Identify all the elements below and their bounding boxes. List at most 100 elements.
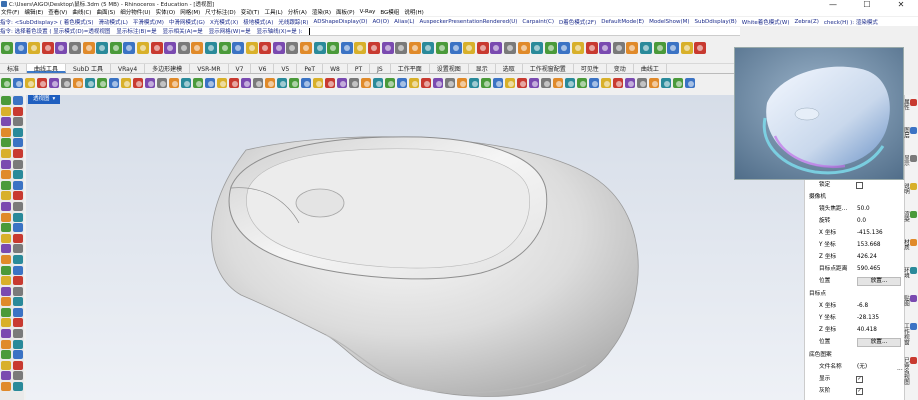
toolbar-tool-icon[interactable] (1, 382, 11, 392)
toolbar-tool-icon[interactable] (1, 78, 11, 88)
toolbar-tool-icon[interactable] (191, 42, 204, 54)
side-tab-materials[interactable]: 材质 (903, 239, 917, 250)
toolbar-tool-icon[interactable] (481, 78, 491, 88)
toolbar-tool-icon[interactable] (181, 78, 191, 88)
vertical-scrollbar[interactable] (911, 40, 918, 95)
tab-viewport-layout[interactable]: 工作视窗配置 (523, 64, 574, 73)
toolbar-tool-icon[interactable] (1, 371, 11, 381)
toolbar-tool-icon[interactable] (241, 78, 251, 88)
toolbar-tool-icon[interactable] (277, 78, 287, 88)
grayscale-checkbox[interactable]: ✓ (856, 388, 863, 395)
toolbar-tool-icon[interactable] (265, 78, 275, 88)
tab-polygon-modeling[interactable]: 多边形建模 (145, 64, 191, 73)
toolbar-tool-icon[interactable] (613, 78, 623, 88)
side-tab-viewports[interactable]: 工作视窗 (903, 323, 917, 345)
toolbar-tool-icon[interactable] (553, 78, 563, 88)
cmd-option[interactable]: 显示网格(W)=是 (209, 27, 251, 35)
tab-visibility[interactable]: 可见性 (574, 64, 607, 73)
toolbar-tool-icon[interactable] (300, 42, 313, 54)
toolbar-tool-icon[interactable] (14, 42, 27, 54)
tab-transform[interactable]: 变动 (607, 64, 634, 73)
toolbar-tool-icon[interactable] (653, 42, 666, 54)
toolbar-tool-icon[interactable] (1, 297, 11, 307)
cmd-option[interactable]: ModelShow(M) (649, 19, 689, 25)
toolbar-tool-icon[interactable] (1, 96, 11, 105)
menu-tools[interactable]: 工具(L) (264, 8, 282, 16)
toolbar-tool-icon[interactable] (286, 42, 299, 54)
toolbar-tool-icon[interactable] (1, 265, 11, 275)
toolbar-tool-icon[interactable] (1, 286, 11, 296)
toolbar-tool-icon[interactable] (97, 78, 107, 88)
cmd-option[interactable]: Carpaint(C) (522, 19, 554, 25)
toolbar-tool-icon[interactable] (37, 78, 47, 88)
toolbar-tool-icon[interactable] (463, 42, 476, 54)
toolbar-tool-icon[interactable] (259, 42, 272, 54)
toolbar-tool-icon[interactable] (13, 223, 23, 233)
toolbar-tool-icon[interactable] (13, 180, 23, 190)
toolbar-tool-icon[interactable] (565, 78, 575, 88)
toolbar-tool-icon[interactable] (13, 170, 23, 180)
toolbar-tool-icon[interactable] (397, 78, 407, 88)
toolbar-tool-icon[interactable] (13, 329, 23, 339)
toolbar-tool-icon[interactable] (13, 382, 23, 392)
side-tab-layers[interactable]: 图层 (903, 127, 917, 138)
camera-field-value[interactable]: 153.668 (857, 240, 881, 251)
tab-cplane[interactable]: 工作平面 (391, 64, 430, 73)
cmd-option[interactable]: 极地模式(A) (243, 18, 273, 26)
cmd-option[interactable]: 滑动模式(L) (98, 18, 127, 26)
toolbar-tool-icon[interactable] (28, 42, 41, 54)
toolbar-tool-icon[interactable] (55, 42, 68, 54)
toolbar-tool-icon[interactable] (1, 127, 11, 137)
toolbar-tool-icon[interactable] (121, 78, 131, 88)
toolbar-tool-icon[interactable] (41, 42, 54, 54)
toolbar-tool-icon[interactable] (193, 78, 203, 88)
toolbar-tool-icon[interactable] (1, 307, 11, 317)
side-tab-environment[interactable]: 环境 (903, 267, 917, 278)
toolbar-tool-icon[interactable] (1, 339, 11, 349)
toolbar-tool-icon[interactable] (368, 42, 381, 54)
menu-dimension[interactable]: 尺寸标注(D) (205, 8, 236, 16)
cmd-option[interactable]: 平滑模式(M) (133, 18, 164, 26)
menu-edit[interactable]: 编辑(E) (24, 8, 43, 16)
toolbar-tool-icon[interactable] (1, 191, 11, 201)
toolbar-tool-icon[interactable] (177, 42, 190, 54)
toolbar-tool-icon[interactable] (585, 42, 598, 54)
toolbar-tool-icon[interactable] (1, 170, 11, 180)
menu-view[interactable]: 查看(V) (48, 8, 67, 16)
side-tab-textures[interactable]: 贴图 (903, 295, 917, 306)
toolbar-tool-icon[interactable] (272, 42, 285, 54)
menu-vray[interactable]: V-Ray (360, 9, 376, 15)
toolbar-tool-icon[interactable] (1, 254, 11, 264)
toolbar-tool-icon[interactable] (13, 106, 23, 116)
toolbar-tool-icon[interactable] (503, 42, 516, 54)
perspective-viewport[interactable]: 透视图 ▾ (26, 95, 804, 400)
toolbar-tool-icon[interactable] (1, 244, 11, 254)
menu-surface[interactable]: 曲面(S) (96, 8, 115, 16)
menu-transform[interactable]: 变动(T) (241, 8, 260, 16)
menu-panels[interactable]: 面板(P) (336, 8, 355, 16)
tab-w8[interactable]: W8 (323, 64, 348, 73)
target-field-value[interactable]: 40.418 (857, 325, 877, 336)
side-tab-help[interactable]: 说明 (903, 183, 917, 194)
toolbar-tool-icon[interactable] (612, 42, 625, 54)
toolbar-tool-icon[interactable] (13, 350, 23, 360)
toolbar-tool-icon[interactable] (1, 138, 11, 148)
toolbar-tool-icon[interactable] (13, 360, 23, 370)
cmd-option[interactable]: X光模式(X) (210, 18, 238, 26)
toolbar-tool-icon[interactable] (599, 42, 612, 54)
camera-field-value[interactable]: 426.24 (857, 252, 877, 263)
toolbar-tool-icon[interactable] (667, 42, 680, 54)
toolbar-tool-icon[interactable] (82, 42, 95, 54)
toolbar-tool-icon[interactable] (649, 78, 659, 88)
tab-select[interactable]: 选取 (496, 64, 523, 73)
cmd-option[interactable]: 中滑网模式(G) (169, 18, 205, 26)
toolbar-tool-icon[interactable] (1, 233, 11, 243)
toolbar-tool-icon[interactable] (349, 78, 359, 88)
toolbar-tool-icon[interactable] (505, 78, 515, 88)
toolbar-tool-icon[interactable] (469, 78, 479, 88)
toolbar-tool-icon[interactable] (73, 78, 83, 88)
toolbar-tool-icon[interactable] (13, 318, 23, 328)
toolbar-tool-icon[interactable] (204, 42, 217, 54)
toolbar-tool-icon[interactable] (68, 42, 81, 54)
toolbar-tool-icon[interactable] (1, 42, 13, 54)
